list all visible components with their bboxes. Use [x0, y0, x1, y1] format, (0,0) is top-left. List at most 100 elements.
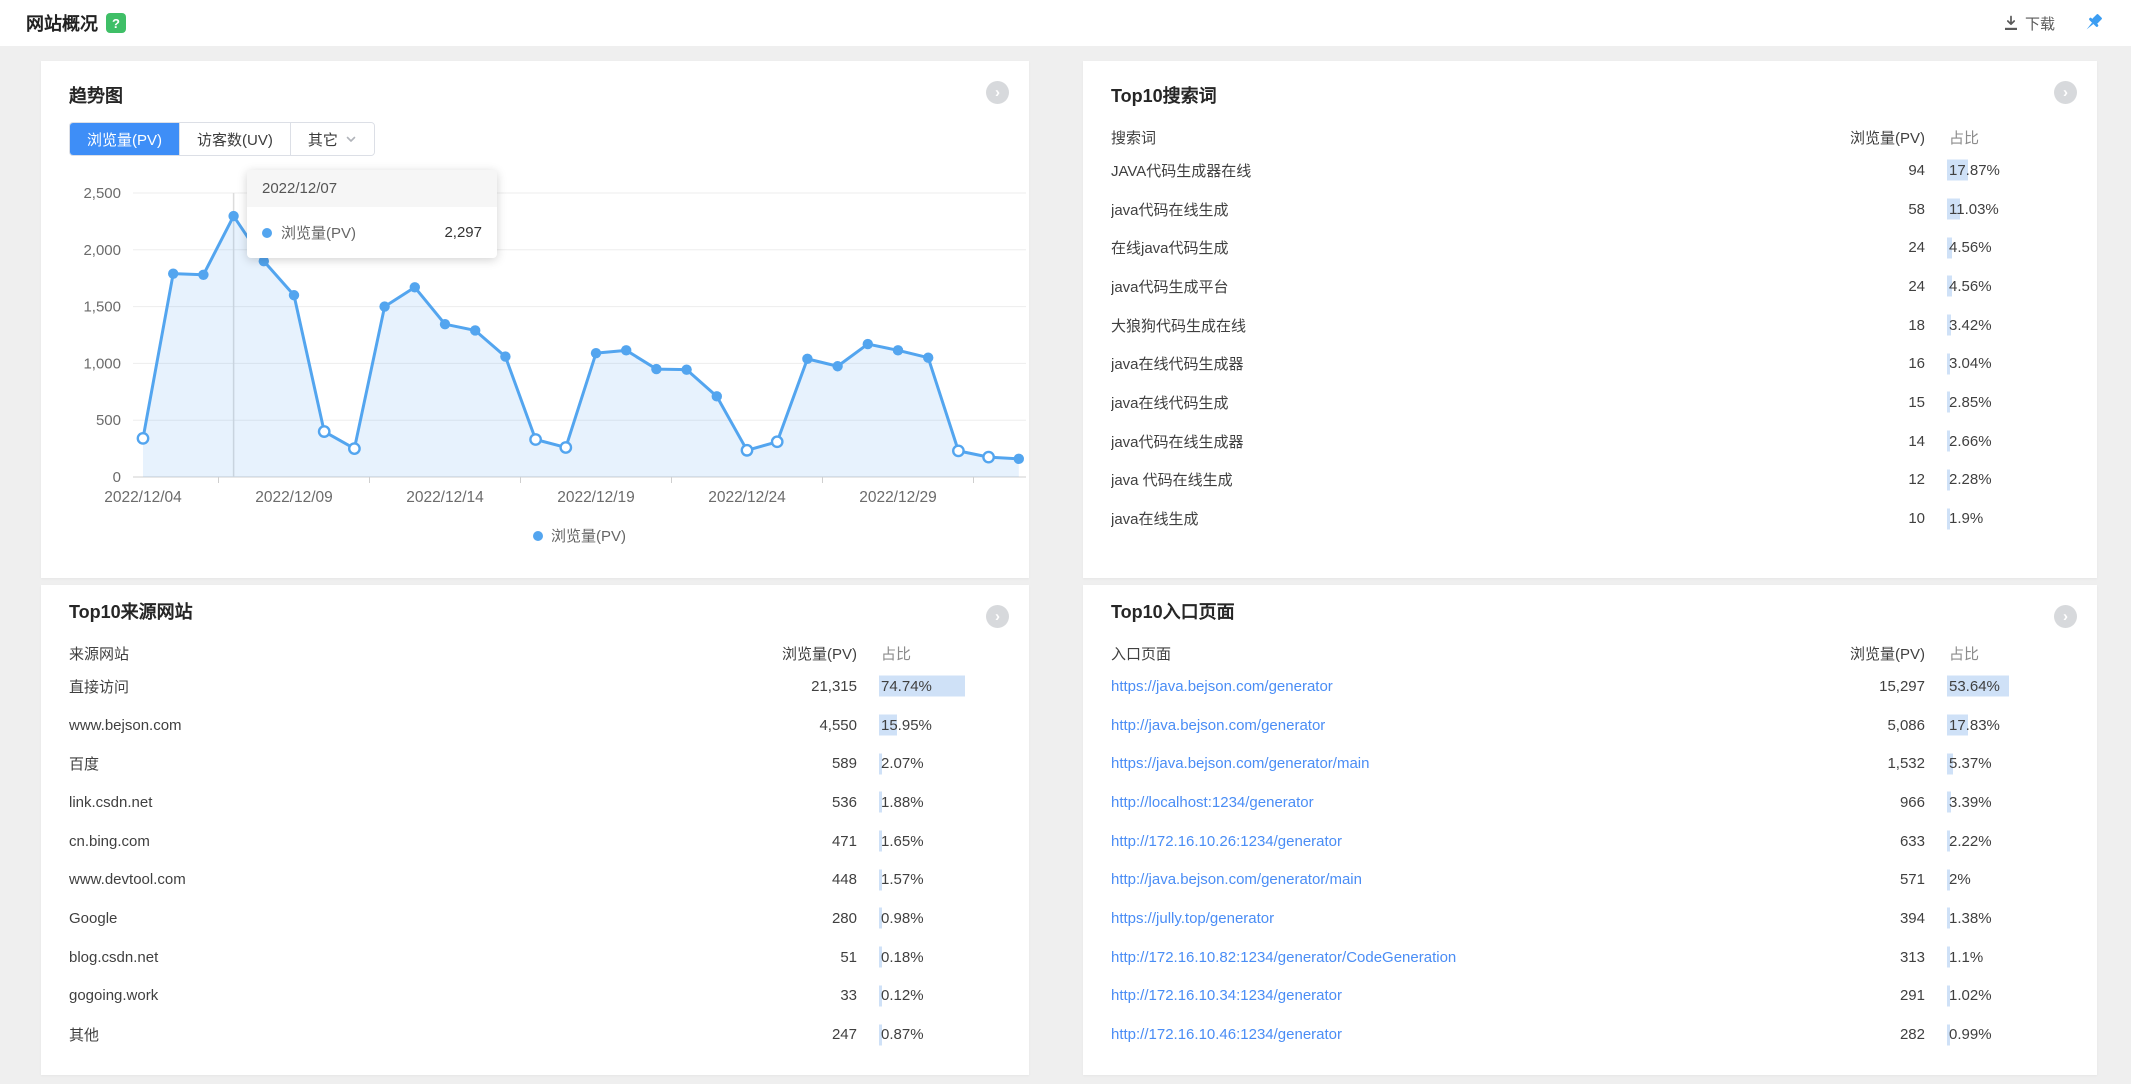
pct-value: 3.42% [1949, 317, 1992, 334]
pv-value: 471 [747, 833, 857, 850]
pct-cell: 3.04% [1949, 355, 2069, 372]
pct-value: 0.98% [881, 910, 924, 927]
pct-value: 2.07% [881, 755, 924, 772]
panel-arrow-icon[interactable]: › [2054, 605, 2077, 628]
source-site: 直接访问 [69, 676, 747, 697]
table-row: https://jully.top/generator 394 1.38% [1111, 899, 2069, 938]
pct-value: 3.39% [1949, 794, 1992, 811]
pv-value: 24 [1815, 278, 1925, 295]
pct-cell: 0.12% [881, 987, 1001, 1004]
entry-page-link[interactable]: http://java.bejson.com/generator [1111, 717, 1325, 734]
entry-page-link[interactable]: http://172.16.10.46:1234/generator [1111, 1026, 1342, 1043]
table-row: https://java.bejson.com/generator/main 1… [1111, 744, 2069, 783]
pv-value: 291 [1815, 987, 1925, 1004]
entry-page-link[interactable]: https://java.bejson.com/generator/main [1111, 755, 1369, 772]
help-icon[interactable]: ? [106, 13, 126, 33]
pct-cell: 0.87% [881, 1026, 1001, 1043]
source-panel-title: Top10来源网站 [69, 601, 1001, 623]
pv-value: 1,532 [1815, 755, 1925, 772]
search-term: java 代码在线生成 [1111, 469, 1815, 490]
source-site: www.bejson.com [69, 717, 747, 734]
source-site: gogoing.work [69, 987, 747, 1004]
table-row: https://java.bejson.com/generator 15,297… [1111, 667, 2069, 706]
svg-text:1,000: 1,000 [83, 355, 121, 372]
source-site: link.csdn.net [69, 794, 747, 811]
pct-value: 4.56% [1949, 239, 1992, 256]
pct-cell: 4.56% [1949, 278, 2069, 295]
table-row: java 代码在线生成 12 2.28% [1111, 461, 2069, 500]
panel-arrow-icon[interactable]: › [986, 81, 1009, 104]
column-term: 搜索词 [1111, 127, 1815, 148]
pct-cell: 4.56% [1949, 239, 2069, 256]
pv-value: 589 [747, 755, 857, 772]
entry-page-link[interactable]: http://java.bejson.com/generator/main [1111, 871, 1362, 888]
pv-value: 15 [1815, 394, 1925, 411]
table-row: link.csdn.net 536 1.88% [69, 783, 1001, 822]
tooltip-date: 2022/12/07 [247, 170, 497, 207]
pct-value: 0.99% [1949, 1026, 1992, 1043]
pv-value: 16 [1815, 355, 1925, 372]
chart-tooltip: 2022/12/07 浏览量(PV) 2,297 [247, 170, 497, 258]
topbar: 网站概况 ? 下载 [0, 0, 2131, 46]
column-pv: 浏览量(PV) [747, 643, 857, 664]
entry-page-link[interactable]: https://jully.top/generator [1111, 910, 1274, 927]
entry-page-link[interactable]: http://172.16.10.82:1234/generator/CodeG… [1111, 949, 1456, 966]
table-row: JAVA代码生成器在线 94 17.87% [1111, 151, 2069, 190]
panel-arrow-icon[interactable]: › [986, 605, 1009, 628]
table-row: 在线java代码生成 24 4.56% [1111, 228, 2069, 267]
source-site: www.devtool.com [69, 871, 747, 888]
pct-value: 17.87% [1949, 162, 2000, 179]
table-row: java代码在线生成 58 11.03% [1111, 190, 2069, 229]
trend-metric-tabs: 浏览量(PV) 访客数(UV) 其它 [69, 122, 375, 156]
table-row: 大狼狗代码生成在线 18 3.42% [1111, 306, 2069, 345]
tab-uv[interactable]: 访客数(UV) [179, 123, 290, 155]
pct-value: 2.66% [1949, 433, 1992, 450]
pv-value: 21,315 [747, 678, 857, 695]
column-pv: 浏览量(PV) [1815, 643, 1925, 664]
svg-text:500: 500 [96, 412, 121, 429]
table-row: 其他 247 0.87% [69, 1015, 1001, 1054]
table-row: 百度 589 2.07% [69, 744, 1001, 783]
table-row: http://172.16.10.26:1234/generator 633 2… [1111, 822, 2069, 861]
pin-icon[interactable] [2081, 11, 2105, 35]
table-row: www.devtool.com 448 1.57% [69, 860, 1001, 899]
tab-pv[interactable]: 浏览量(PV) [70, 123, 179, 155]
pct-cell: 2.07% [881, 755, 1001, 772]
pct-value: 11.03% [1949, 201, 1999, 218]
search-term: 大狼狗代码生成在线 [1111, 315, 1815, 336]
pct-value: 3.04% [1949, 355, 1992, 372]
pct-cell: 0.18% [881, 949, 1001, 966]
entry-page-link[interactable]: https://java.bejson.com/generator [1111, 678, 1333, 695]
pct-cell: 0.98% [881, 910, 1001, 927]
table-row: blog.csdn.net 51 0.18% [69, 938, 1001, 977]
pv-value: 12 [1815, 471, 1925, 488]
entry-page-link[interactable]: http://172.16.10.26:1234/generator [1111, 833, 1342, 850]
entry-panel: Top10入口页面 入口页面 浏览量(PV) 占比 https://java.b… [1083, 585, 2097, 1075]
entry-panel-title: Top10入口页面 [1111, 601, 2069, 623]
pct-cell: 1.38% [1949, 910, 2069, 927]
search-term: java代码在线生成 [1111, 199, 1815, 220]
table-row: java在线代码生成器 16 3.04% [1111, 344, 2069, 383]
download-label: 下载 [2025, 13, 2055, 34]
pv-value: 5,086 [1815, 717, 1925, 734]
table-row: http://172.16.10.34:1234/generator 291 1… [1111, 977, 2069, 1016]
svg-text:2,000: 2,000 [83, 242, 121, 259]
table-row: Google 280 0.98% [69, 899, 1001, 938]
entry-page-link[interactable]: http://localhost:1234/generator [1111, 794, 1314, 811]
column-pv: 浏览量(PV) [1815, 127, 1925, 148]
search-term: JAVA代码生成器在线 [1111, 160, 1815, 181]
svg-text:2022/12/29: 2022/12/29 [859, 489, 937, 506]
pct-value: 1.38% [1949, 910, 1992, 927]
panel-arrow-icon[interactable]: › [2054, 81, 2077, 104]
tab-other-dropdown[interactable]: 其它 [290, 123, 374, 155]
pv-value: 14 [1815, 433, 1925, 450]
chart-legend[interactable]: 浏览量(PV) [133, 525, 1026, 546]
legend-dot-icon [533, 531, 543, 541]
entry-page-link[interactable]: http://172.16.10.34:1234/generator [1111, 987, 1342, 1004]
download-button[interactable]: 下载 [2003, 13, 2055, 34]
source-site: blog.csdn.net [69, 949, 747, 966]
pv-value: 536 [747, 794, 857, 811]
search-panel-title: Top10搜索词 [1111, 85, 2069, 107]
pct-value: 2.22% [1949, 833, 1992, 850]
pct-cell: 2.85% [1949, 394, 2069, 411]
